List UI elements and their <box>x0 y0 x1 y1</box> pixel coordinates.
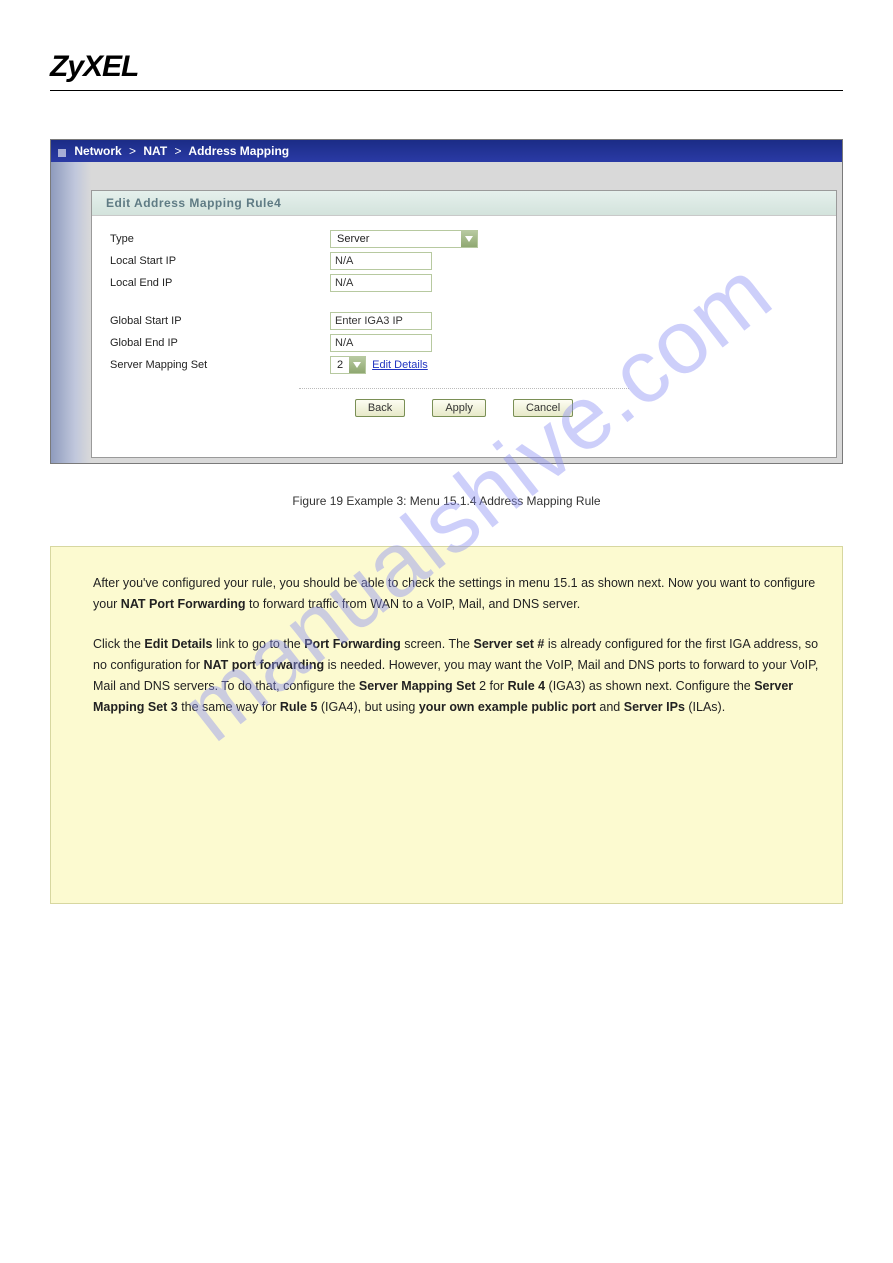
breadcrumb-icon <box>57 147 67 157</box>
global-start-ip-label: Global Start IP <box>110 315 330 327</box>
type-select-value: Server <box>331 233 461 245</box>
server-mapping-set-value: 2 <box>331 359 349 371</box>
breadcrumb-network: Network <box>74 144 121 158</box>
type-select[interactable]: Server <box>330 230 478 248</box>
local-end-ip-field[interactable] <box>330 274 432 292</box>
chevron-down-icon[interactable] <box>349 357 365 373</box>
back-button[interactable]: Back <box>355 399 405 417</box>
server-mapping-set-select[interactable]: 2 <box>330 356 366 374</box>
local-start-ip-field[interactable] <box>330 252 432 270</box>
cancel-button[interactable]: Cancel <box>513 399 573 417</box>
apply-button[interactable]: Apply <box>432 399 486 417</box>
chevron-down-icon[interactable] <box>461 231 477 247</box>
figure-caption: Figure 19 Example 3: Menu 15.1.4 Address… <box>50 494 843 508</box>
global-end-ip-field[interactable] <box>330 334 432 352</box>
header-rule <box>50 90 843 91</box>
local-end-ip-label: Local End IP <box>110 277 330 289</box>
note-box: After you've configured your rule, you s… <box>50 546 843 904</box>
type-label: Type <box>110 233 330 245</box>
global-end-ip-label: Global End IP <box>110 337 330 349</box>
panel-title: Edit Address Mapping Rule4 <box>92 191 836 216</box>
server-mapping-set-label: Server Mapping Set <box>110 359 330 371</box>
app-screenshot: Network > NAT > Address Mapping Edit Add… <box>50 139 843 464</box>
note-paragraph-2: Click the Edit Details link to go to the… <box>93 634 824 719</box>
breadcrumb: Network > NAT > Address Mapping <box>51 140 842 162</box>
breadcrumb-nat: NAT <box>143 144 167 158</box>
note-paragraph-1: After you've configured your rule, you s… <box>93 573 824 616</box>
global-start-ip-field[interactable] <box>330 312 432 330</box>
edit-panel: Edit Address Mapping Rule4 Type Server <box>91 190 837 458</box>
breadcrumb-address-mapping: Address Mapping <box>188 144 289 158</box>
button-divider <box>299 388 629 389</box>
left-sidebar <box>51 162 91 463</box>
edit-details-link[interactable]: Edit Details <box>372 359 428 371</box>
local-start-ip-label: Local Start IP <box>110 255 330 267</box>
brand-logo: ZyXEL <box>50 50 843 84</box>
